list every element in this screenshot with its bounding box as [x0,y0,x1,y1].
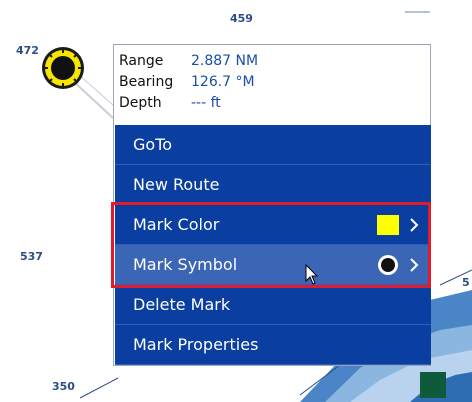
bearing-row: Bearing 126.7 °M [119,71,430,92]
depth-sounding-label: 472 [16,44,39,57]
delete-mark-label: Delete Mark [133,295,231,314]
bearing-label: Bearing [119,73,174,90]
mark-symbol-menu-item[interactable]: Mark Symbol [115,245,431,285]
delete-mark-menu-item[interactable]: Delete Mark [115,285,431,325]
goto-label: GoTo [133,135,173,154]
range-value: 2.887 NM [191,52,259,69]
depth-value: --- ft [191,94,221,111]
mark-info-panel: Range 2.887 NM Bearing 126.7 °M Depth --… [114,45,430,121]
mark-symbol-label: Mark Symbol [133,255,238,274]
depth-sounding-label: 459 [230,12,253,25]
chevron-right-icon [410,218,419,232]
mark-color-menu-item[interactable]: Mark Color [115,205,431,245]
range-row: Range 2.887 NM [119,50,430,71]
new-route-label: New Route [133,175,220,194]
waypoint-mark-icon[interactable] [40,45,86,91]
depth-sounding-label: 350 [52,380,75,393]
bearing-value: 126.7 °M [191,73,255,90]
depth-sounding-label: 537 [20,250,43,263]
mark-menu: GoTo New Route Mark Color Mark Symbol De… [115,125,431,365]
depth-label: Depth [119,94,162,111]
mark-color-label: Mark Color [133,215,220,234]
chevron-right-icon [410,258,419,272]
goto-menu-item[interactable]: GoTo [115,125,431,165]
mark-properties-label: Mark Properties [133,335,259,354]
mouse-cursor-icon [305,264,319,285]
new-route-menu-item[interactable]: New Route [115,165,431,205]
mark-properties-menu-item[interactable]: Mark Properties [115,325,431,365]
black-circle-icon [378,255,398,275]
range-label: Range [119,52,164,69]
depth-sounding-label: 5 [462,276,470,289]
mark-color-swatch [377,215,399,235]
depth-row: Depth --- ft [119,92,430,113]
mark-context-popup: Range 2.887 NM Bearing 126.7 °M Depth --… [113,44,431,366]
